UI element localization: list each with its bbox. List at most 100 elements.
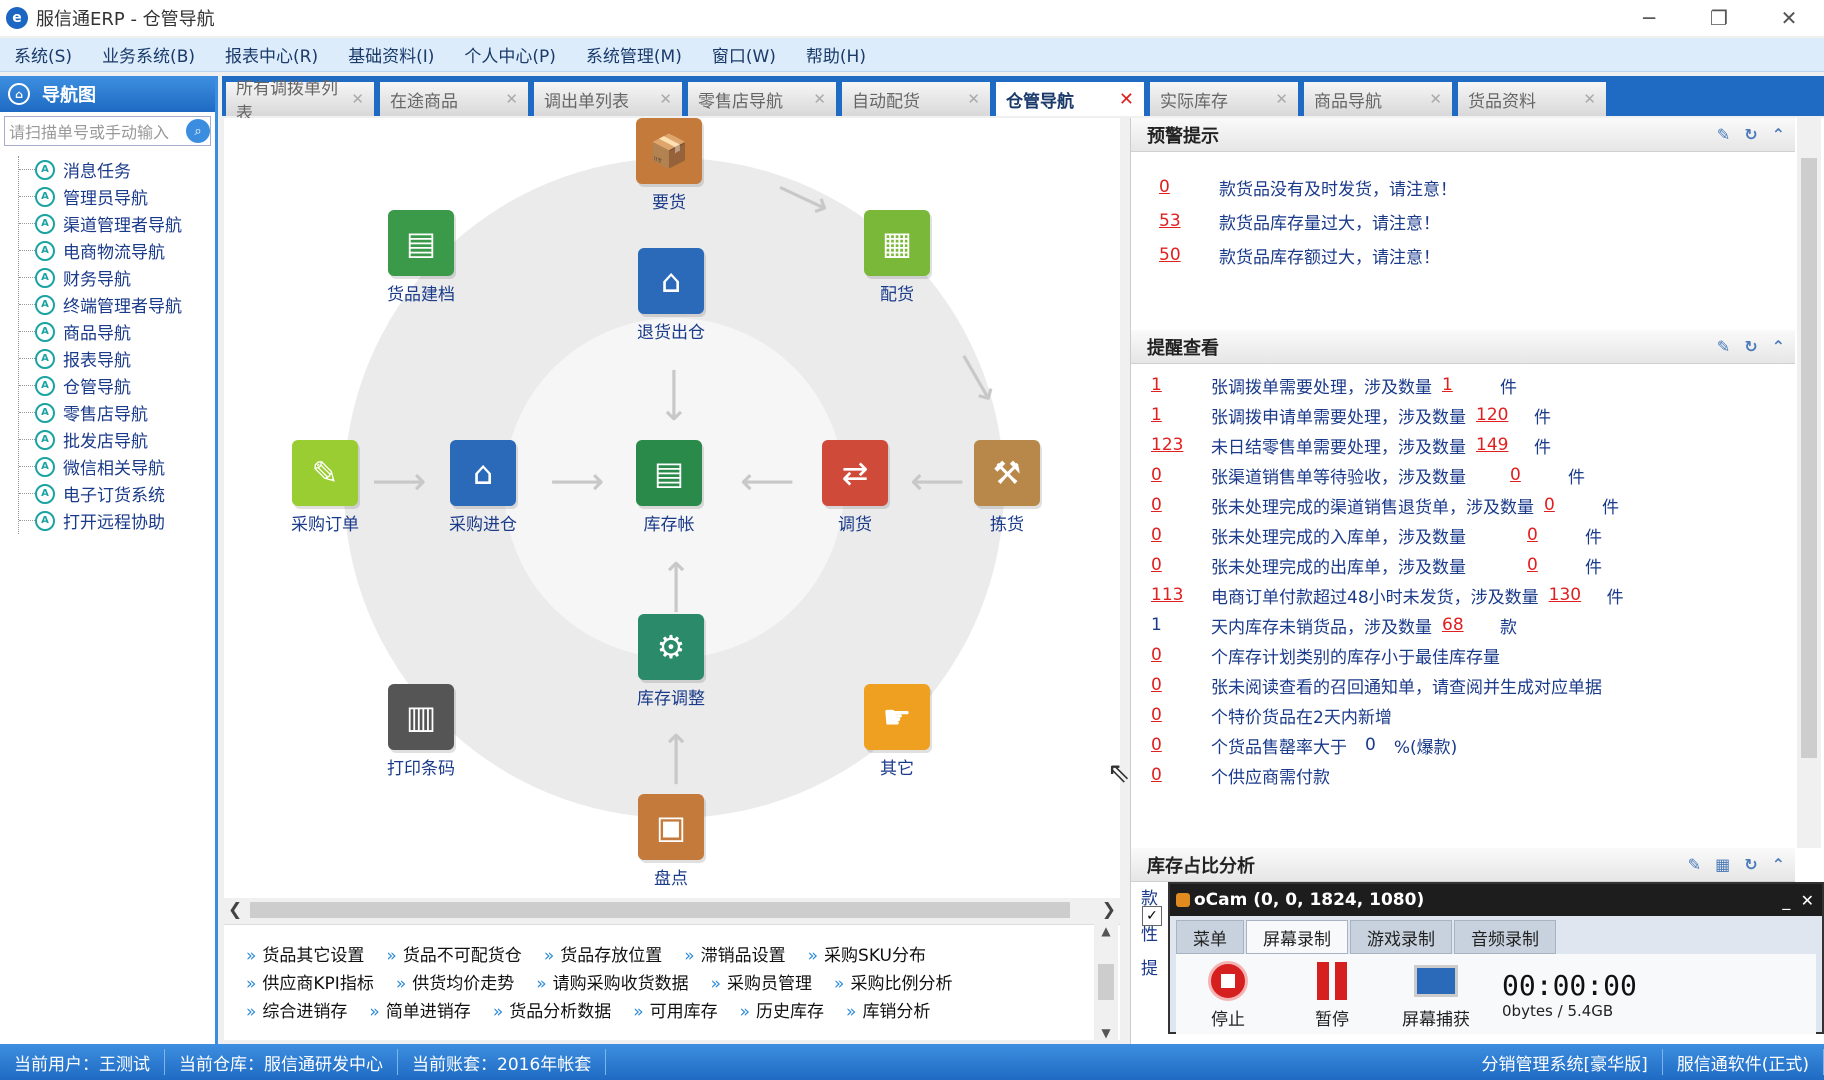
- collapse-icon[interactable]: ⌃: [1772, 337, 1785, 356]
- reminder-qty-link[interactable]: 130: [1549, 585, 1597, 605]
- ocam-capture-button[interactable]: 屏幕捕获: [1384, 959, 1488, 1030]
- reminder-count-link[interactable]: 1: [1151, 375, 1211, 395]
- scroll-thumb[interactable]: [1801, 158, 1817, 758]
- tab-actual-stock[interactable]: 实际库存 ✕: [1150, 82, 1298, 116]
- collapse-icon[interactable]: ⌃: [1772, 855, 1785, 874]
- scroll-right-icon[interactable]: ❯: [1102, 900, 1116, 920]
- chart-icon[interactable]: ▦: [1715, 855, 1730, 874]
- close-icon[interactable]: ✕: [1583, 90, 1596, 108]
- quick-link[interactable]: 货品存放位置: [544, 941, 662, 966]
- refresh-icon[interactable]: ↻: [1744, 125, 1757, 144]
- node-picking[interactable]: ⚒ 拣货: [952, 440, 1062, 535]
- reminder-count-link[interactable]: 0: [1151, 465, 1211, 485]
- quick-link[interactable]: 库销分析: [846, 997, 930, 1022]
- reminder-qty-link[interactable]: 0: [1527, 525, 1575, 545]
- nav-item-admin[interactable]: A 管理员导航: [19, 183, 215, 210]
- quick-link[interactable]: 滞销品设置: [684, 941, 786, 966]
- refresh-icon[interactable]: ↻: [1744, 337, 1757, 356]
- reminder-qty-link[interactable]: 149: [1476, 435, 1524, 455]
- reminder-count-link[interactable]: 0: [1151, 765, 1211, 785]
- quick-links-scrollbar[interactable]: ▲ ▼: [1094, 924, 1118, 1040]
- ocam-pause-button[interactable]: 暂停: [1280, 959, 1384, 1030]
- quick-link[interactable]: 简单进销存: [369, 997, 471, 1022]
- close-icon[interactable]: ✕: [659, 90, 672, 108]
- node-purchase-in[interactable]: ⌂ 采购进仓: [428, 440, 538, 535]
- node-other[interactable]: ☛ 其它: [842, 684, 952, 779]
- reminder-qty-link[interactable]: 1: [1442, 375, 1490, 395]
- ocam-tab-menu[interactable]: 菜单: [1176, 920, 1244, 954]
- reminder-count-link[interactable]: 1: [1151, 405, 1211, 425]
- reminder-count-link[interactable]: 123: [1151, 435, 1211, 455]
- quick-link[interactable]: 货品分析数据: [493, 997, 611, 1022]
- reminder-count-link[interactable]: 0: [1151, 645, 1211, 665]
- close-icon[interactable]: ✕: [967, 90, 980, 108]
- search-icon[interactable]: ⌕: [186, 119, 210, 143]
- quick-link[interactable]: 综合进销存: [246, 997, 347, 1022]
- node-goods-filing[interactable]: ▤ 货品建档: [366, 210, 476, 305]
- edit-icon[interactable]: ✎: [1717, 125, 1730, 144]
- nav-item-channel[interactable]: A 渠道管理者导航: [19, 210, 215, 237]
- reminder-qty-link[interactable]: 68: [1442, 615, 1490, 635]
- scroll-thumb[interactable]: [250, 902, 1070, 918]
- edit-icon[interactable]: ✎: [1688, 855, 1701, 874]
- tab-in-transit[interactable]: 在途商品 ✕: [380, 82, 528, 116]
- minimize-button[interactable]: _: [1782, 891, 1790, 910]
- reminder-qty-link[interactable]: 0: [1527, 555, 1575, 575]
- menu-window[interactable]: 窗口(W): [712, 42, 776, 67]
- quick-link[interactable]: 供应商KPI指标: [246, 969, 373, 994]
- quick-link[interactable]: 供货均价走势: [396, 969, 514, 994]
- warning-count-link[interactable]: 0: [1159, 177, 1219, 197]
- reminder-count-link[interactable]: 0: [1151, 705, 1211, 725]
- edit-icon[interactable]: ✎: [1717, 337, 1730, 356]
- close-icon[interactable]: ✕: [351, 90, 364, 108]
- quick-link[interactable]: 货品不可配货仓: [386, 941, 522, 966]
- nav-item-goods[interactable]: A 商品导航: [19, 318, 215, 345]
- node-print-barcode[interactable]: ▥ 打印条码: [366, 684, 476, 779]
- collapse-icon[interactable]: ⌃: [1772, 125, 1785, 144]
- stock-ratio-checkbox[interactable]: ✓: [1142, 906, 1162, 926]
- reminder-count-link[interactable]: 0: [1151, 495, 1211, 515]
- reminder-count-link[interactable]: 113: [1151, 585, 1211, 605]
- warning-count-link[interactable]: 50: [1159, 245, 1219, 265]
- node-purchase-order[interactable]: ✎ 采购订单: [270, 440, 380, 535]
- node-stock-ledger[interactable]: ▤ 库存帐: [614, 440, 724, 535]
- ocam-tab-screen-record[interactable]: 屏幕录制: [1246, 920, 1348, 954]
- menu-sys-admin[interactable]: 系统管理(M): [586, 42, 682, 67]
- node-distribution[interactable]: ▦ 配货: [842, 210, 952, 305]
- tab-retail-nav[interactable]: 零售店导航 ✕: [688, 82, 836, 116]
- sellout-rate-value[interactable]: 0: [1365, 735, 1376, 755]
- node-inventory-count[interactable]: ▣ 盘点: [616, 794, 726, 889]
- scan-input[interactable]: 请扫描单号或手动输入 ⌕: [4, 116, 211, 146]
- close-button[interactable]: ✕: [1801, 891, 1814, 910]
- tab-out-list[interactable]: 调出单列表 ✕: [534, 82, 682, 116]
- scroll-down-icon[interactable]: ▼: [1101, 1026, 1110, 1040]
- reminder-qty-link[interactable]: 120: [1476, 405, 1524, 425]
- restore-button[interactable]: ❐: [1684, 0, 1754, 36]
- nav-item-remote[interactable]: A 打开远程协助: [19, 507, 215, 534]
- menu-personal[interactable]: 个人中心(P): [464, 42, 556, 67]
- ocam-stop-button[interactable]: 停止: [1176, 959, 1280, 1030]
- reminder-days-value[interactable]: 1: [1151, 615, 1211, 635]
- close-button[interactable]: ✕: [1754, 0, 1824, 36]
- close-icon[interactable]: ✕: [813, 90, 826, 108]
- menu-help[interactable]: 帮助(H): [806, 42, 866, 67]
- minimize-button[interactable]: ─: [1614, 0, 1684, 36]
- node-request-goods[interactable]: 📦 要货: [614, 118, 724, 213]
- reminder-qty-link[interactable]: 0: [1544, 495, 1592, 515]
- nav-item-warehouse[interactable]: A 仓管导航: [19, 372, 215, 399]
- quick-link[interactable]: 采购比例分析: [834, 969, 952, 994]
- reminder-count-link[interactable]: 0: [1151, 555, 1211, 575]
- refresh-icon[interactable]: ↻: [1744, 855, 1757, 874]
- nav-item-reports[interactable]: A 报表导航: [19, 345, 215, 372]
- menu-basic-data[interactable]: 基础资料(I): [348, 42, 434, 67]
- close-icon[interactable]: ✕: [1275, 90, 1288, 108]
- close-icon[interactable]: ✕: [1429, 90, 1442, 108]
- nav-item-terminal[interactable]: A 终端管理者导航: [19, 291, 215, 318]
- quick-link[interactable]: 采购SKU分布: [808, 941, 926, 966]
- reminder-count-link[interactable]: 0: [1151, 675, 1211, 695]
- quick-link[interactable]: 货品其它设置: [246, 941, 364, 966]
- menu-system[interactable]: 系统(S): [14, 42, 72, 67]
- reminder-qty-link[interactable]: 0: [1510, 465, 1558, 485]
- nav-item-eorder[interactable]: A 电子订货系统: [19, 480, 215, 507]
- node-transfer[interactable]: ⇄ 调货: [800, 440, 910, 535]
